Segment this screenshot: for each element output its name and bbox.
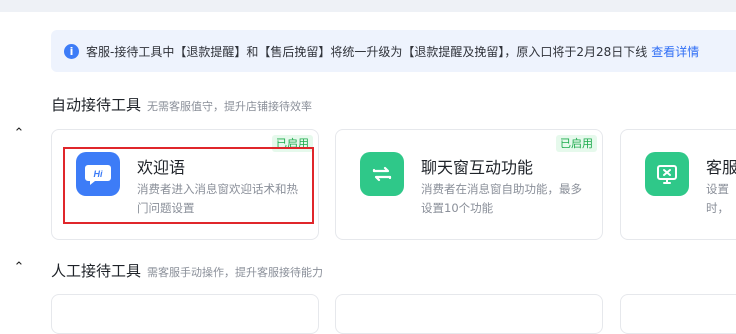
enabled-badge: 已启用 (556, 135, 597, 152)
card-title: 聊天窗互动功能 (421, 158, 534, 177)
hi-chat-icon: Hi (76, 152, 120, 196)
enabled-badge: 已启用 (272, 135, 313, 152)
section-title: 人工接待工具 (51, 262, 142, 280)
card-customer-service[interactable]: 客服 设置 时， (620, 129, 736, 240)
card-chat-window-interaction[interactable]: 已启用 聊天窗互动功能 消费者在消息窗自助功能，最多设置10个功能 (335, 129, 603, 240)
manual-tool-card[interactable] (335, 294, 603, 334)
section-title: 自动接待工具 (51, 96, 142, 114)
screen-icon (645, 152, 689, 196)
notice-message: 客服-接待工具中【退款提醒】和【售后挽留】将统一升级为【退款提醒及挽留】，原入口… (86, 45, 648, 59)
section-manual-reception: 人工接待工具 需客服手动操作，提升客服接待能力 (51, 260, 323, 281)
card-title: 欢迎语 (137, 158, 186, 177)
section-subtitle: 需客服手动操作，提升客服接待能力 (147, 266, 324, 279)
card-description: 消费者在消息窗自助功能，最多设置10个功能 (421, 182, 582, 215)
card-description: 消费者进入消息窗欢迎话术和热门问题设置 (137, 182, 298, 215)
top-strip (0, 0, 736, 12)
collapse-manual-tools-chevron-up-icon[interactable]: ⌃ (12, 261, 26, 274)
card-description: 设置 时， (706, 182, 729, 215)
manual-tool-card[interactable] (620, 294, 736, 334)
section-auto-reception: 自动接待工具 无需客服值守，提升店铺接待效率 (51, 94, 312, 115)
card-welcome-message[interactable]: 已启用 Hi 欢迎语 消费者进入消息窗欢迎话术和热门问题设置 (51, 129, 319, 240)
swap-arrows-icon (360, 152, 404, 196)
upgrade-notice-banner: i 客服-接待工具中【退款提醒】和【售后挽留】将统一升级为【退款提醒及挽留】，原… (51, 30, 736, 72)
hi-icon-label: Hi (94, 169, 103, 179)
manual-tool-card[interactable] (51, 294, 319, 334)
collapse-auto-tools-chevron-up-icon[interactable]: ⌃ (12, 127, 26, 140)
info-icon: i (64, 44, 79, 59)
notice-text: 客服-接待工具中【退款提醒】和【售后挽留】将统一升级为【退款提醒及挽留】，原入口… (86, 43, 699, 60)
view-details-link[interactable]: 查看详情 (651, 45, 699, 59)
section-subtitle: 无需客服值守，提升店铺接待效率 (147, 100, 313, 113)
card-title: 客服 (706, 158, 736, 177)
